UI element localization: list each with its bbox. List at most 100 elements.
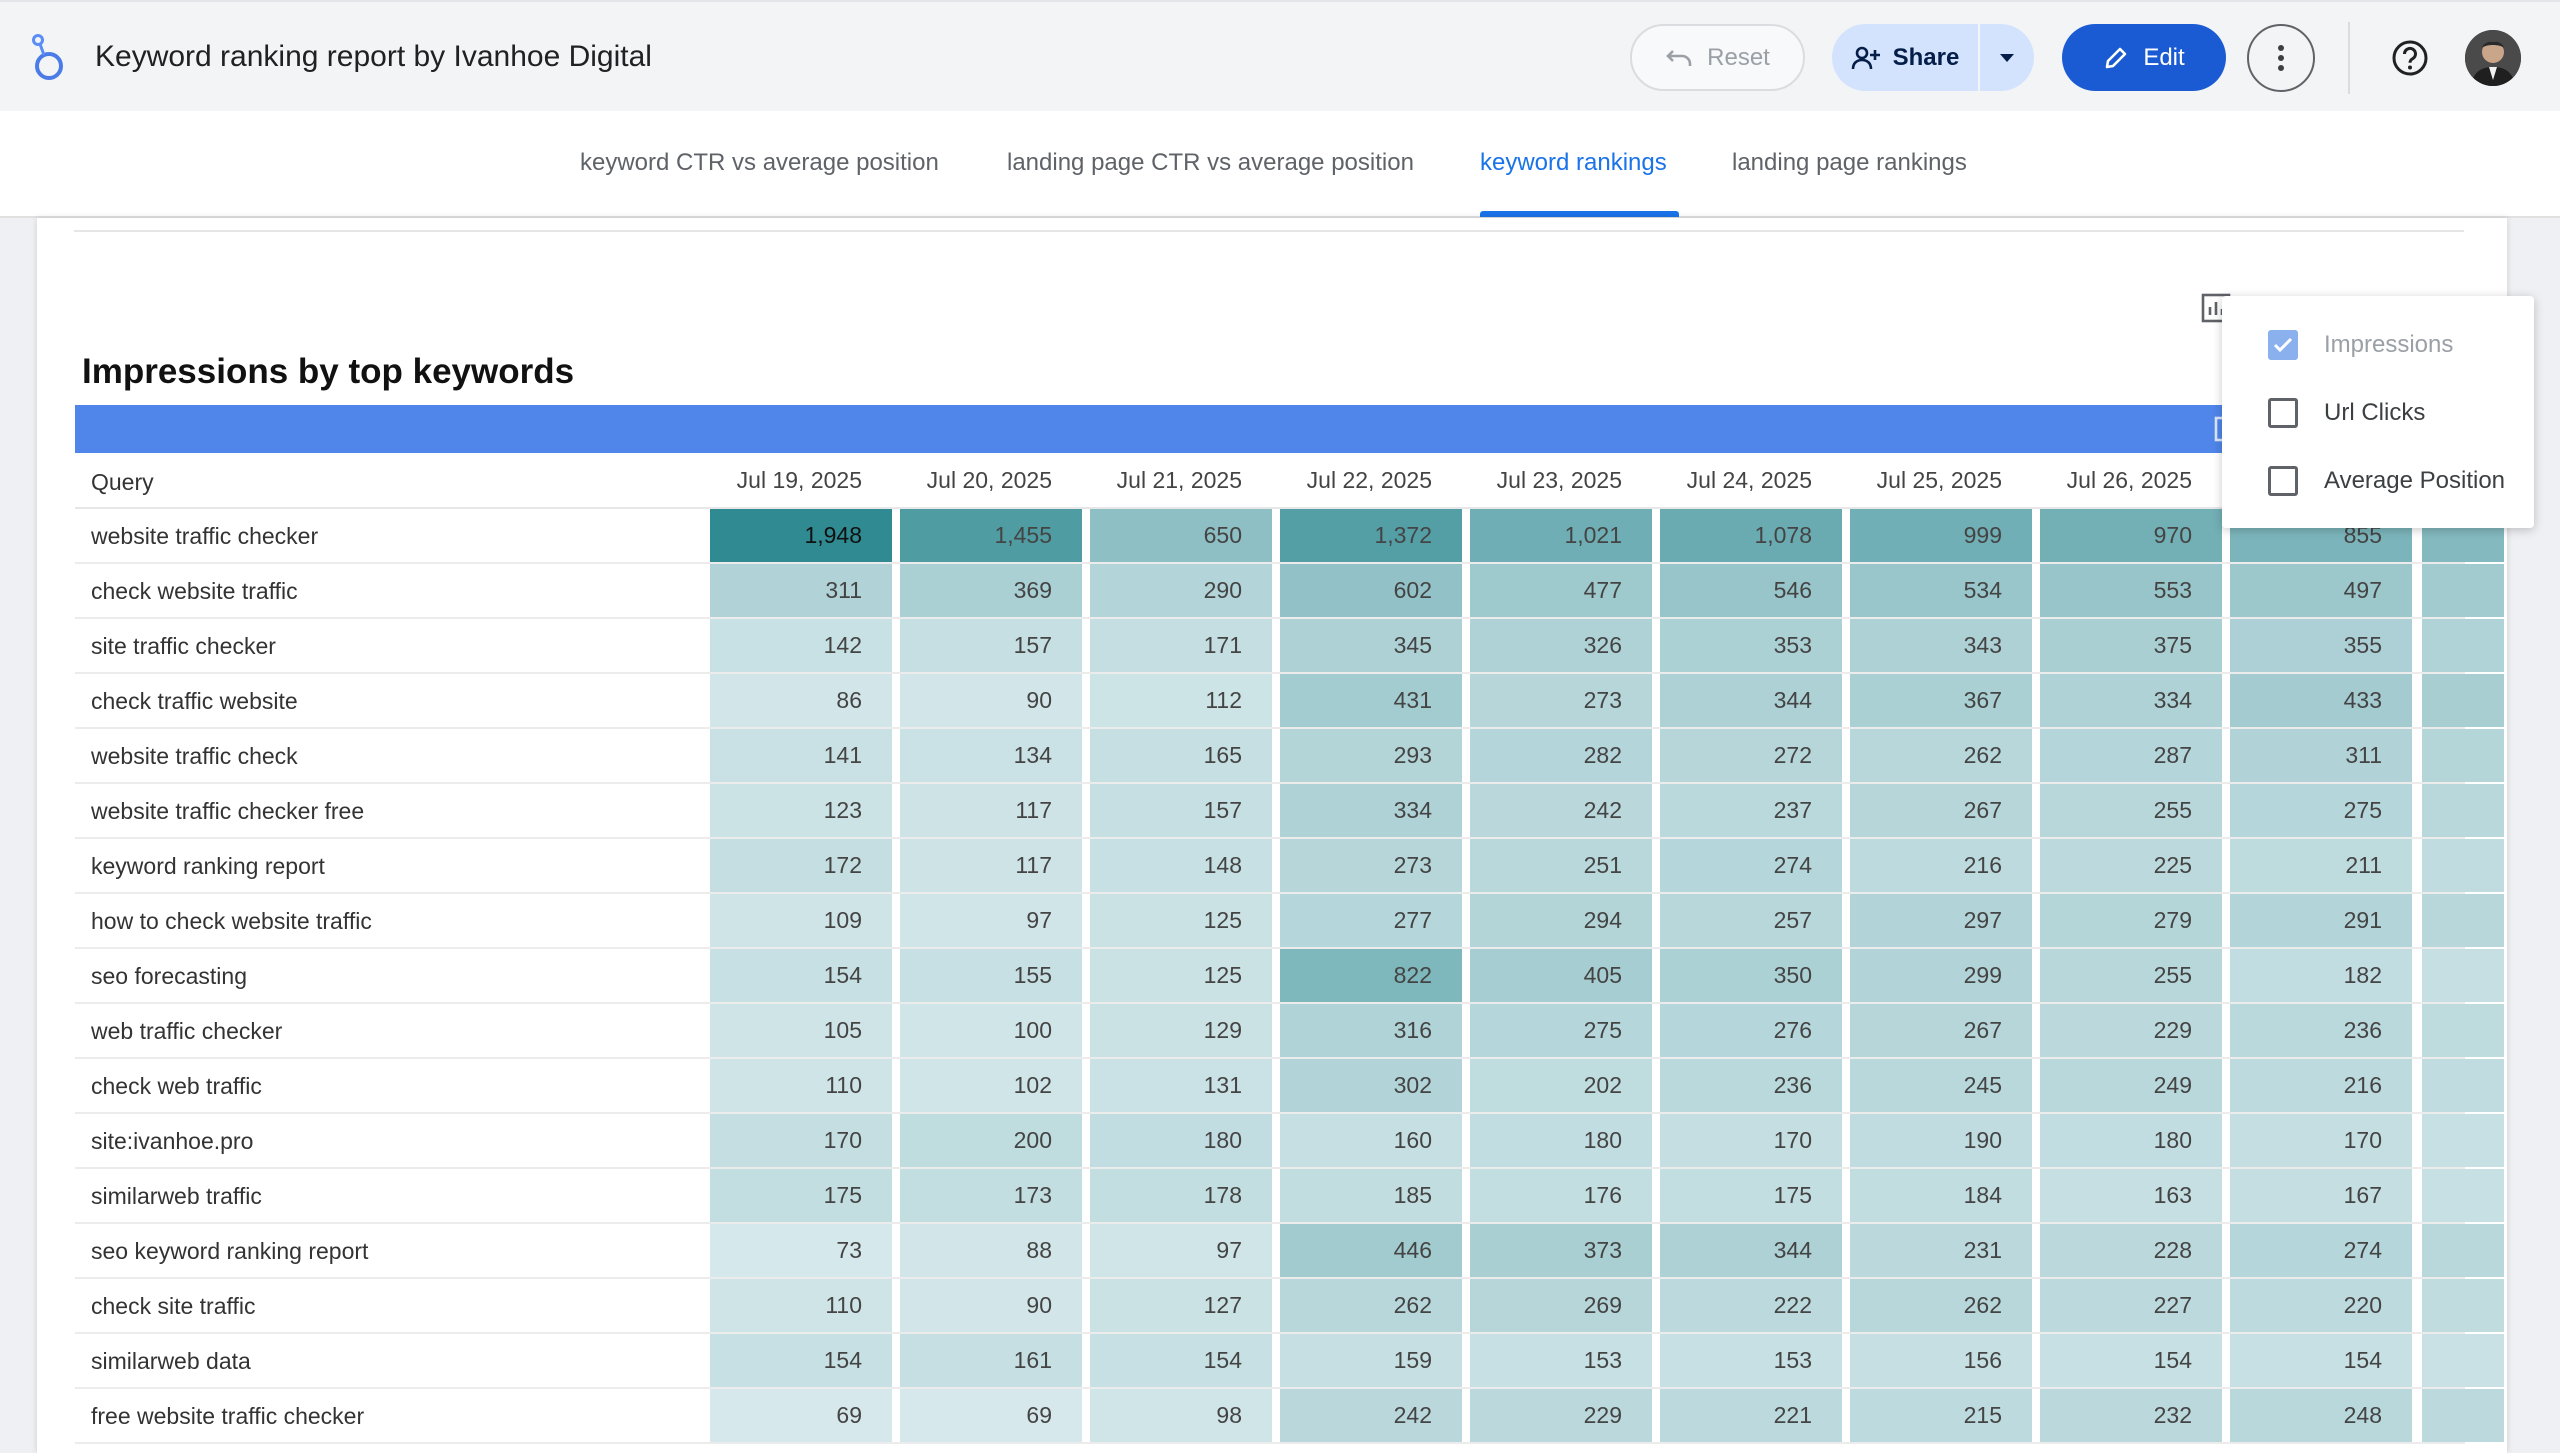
report-title[interactable]: Keyword ranking report by Ivanhoe Digita… <box>95 36 652 78</box>
impressions-cell: 216 <box>1850 839 2032 892</box>
impressions-cell: 334 <box>1280 784 1462 837</box>
impressions-cell: 110 <box>710 1059 892 1112</box>
table-row[interactable]: check site traffic 110 90 127 262 269 222 262 22… <box>75 1279 2504 1334</box>
impressions-cell: 431 <box>1280 674 1462 727</box>
table-row[interactable]: seo forecasting 154 155 125 822 405 350 299 255 1… <box>75 949 2504 1004</box>
table-row[interactable]: check web traffic 110 102 131 302 202 236 245 24… <box>75 1059 2504 1114</box>
impressions-cell: 279 <box>2040 894 2222 947</box>
impressions-cell: 355 <box>2230 619 2412 672</box>
impressions-cell: 302 <box>1280 1059 1462 1112</box>
table-row[interactable]: website traffic checker free 123 117 157 334… <box>75 784 2504 839</box>
table-row[interactable]: seo keyword ranking report 73 88 97 446 373 34… <box>75 1224 2504 1279</box>
impressions-cell: 287 <box>2040 729 2222 782</box>
impressions-cell: 125 <box>1090 949 1272 1002</box>
tab-landing-page-rankings[interactable]: landing page rankings <box>1732 149 1967 177</box>
impressions-cell: 159 <box>1280 1334 1462 1387</box>
impressions-cell: 277 <box>1280 894 1462 947</box>
column-header-date[interactable]: Jul 25, 2025 <box>1850 467 2002 494</box>
tab-landing-page-ctr[interactable]: landing page CTR vs average position <box>1007 149 1414 177</box>
table-row[interactable]: keyword ranking report 172 117 148 273 251 274… <box>75 839 2504 894</box>
metric-option-impressions[interactable]: Impressions <box>2268 330 2453 360</box>
impressions-cell: 274 <box>1660 839 1842 892</box>
table-row[interactable]: similarweb data 154 161 154 159 153 153 156 154 1… <box>75 1334 2504 1389</box>
impressions-cell: 262 <box>1280 1279 1462 1332</box>
impressions-cell: 190 <box>1850 1114 2032 1167</box>
column-header-date[interactable]: Jul 26, 2025 <box>2040 467 2192 494</box>
tab-keyword-rankings[interactable]: keyword rankings <box>1480 149 1667 177</box>
impressions-cell: 127 <box>1090 1279 1272 1332</box>
impressions-cell: 344 <box>1660 674 1842 727</box>
table-row[interactable]: website traffic checker 1,948 1,455 650 1,37… <box>75 509 2504 564</box>
impressions-cell: 154 <box>2040 1334 2222 1387</box>
impressions-cell: 446 <box>1280 1224 1462 1277</box>
impressions-cell: 69 <box>900 1389 1082 1442</box>
impressions-cell: 231 <box>1850 1224 2032 1277</box>
impressions-cell: 153 <box>1470 1334 1652 1387</box>
metric-option-url-clicks[interactable]: Url Clicks <box>2268 398 2425 428</box>
query-cell: check web traffic <box>91 1073 262 1099</box>
edit-button[interactable]: Edit <box>2062 24 2226 91</box>
table-row[interactable]: similarweb traffic 175 173 178 185 176 175 184 1… <box>75 1169 2504 1224</box>
app-header: Keyword ranking report by Ivanhoe Digita… <box>0 0 2560 111</box>
column-header-query[interactable]: Query <box>91 469 154 496</box>
reset-button[interactable]: Reset <box>1630 24 1805 91</box>
impressions-cell: 245 <box>1850 1059 2032 1112</box>
table-row[interactable]: free website traffic checker 69 69 98 242 229… <box>75 1389 2504 1444</box>
impressions-cell: 86 <box>710 674 892 727</box>
table-row[interactable]: site:ivanhoe.pro 170 200 180 160 180 170 190 180… <box>75 1114 2504 1169</box>
impressions-cell: 175 <box>710 1169 892 1222</box>
column-header-date[interactable]: Jul 23, 2025 <box>1470 467 1622 494</box>
impressions-cell: 220 <box>2230 1279 2412 1332</box>
user-avatar[interactable] <box>2465 30 2521 86</box>
impressions-cell: 110 <box>710 1279 892 1332</box>
impressions-cell: 546 <box>1660 564 1842 617</box>
impressions-cell: 216 <box>2230 1059 2412 1112</box>
impressions-cell: 255 <box>2040 784 2222 837</box>
impressions-cell: 170 <box>2230 1114 2412 1167</box>
column-header-date[interactable]: Jul 22, 2025 <box>1280 467 1432 494</box>
impressions-cell: 311 <box>710 564 892 617</box>
impressions-cell: 167 <box>2230 1169 2412 1222</box>
column-header-date[interactable]: Jul 24, 2025 <box>1660 467 1812 494</box>
column-header-date[interactable]: Jul 19, 2025 <box>710 467 862 494</box>
impressions-cell: 215 <box>1850 1389 2032 1442</box>
checkbox-average-position[interactable] <box>2268 466 2298 496</box>
impressions-cell: 291 <box>2230 894 2412 947</box>
impressions-cell: 163 <box>2040 1169 2222 1222</box>
checkbox-impressions[interactable] <box>2268 330 2298 360</box>
metric-option-average-position[interactable]: Average Position <box>2268 466 2505 496</box>
truncated-column-cell <box>2422 1114 2504 1167</box>
column-header-date[interactable]: Jul 21, 2025 <box>1090 467 1242 494</box>
impressions-cell: 173 <box>900 1169 1082 1222</box>
tab-keyword-ctr[interactable]: keyword CTR vs average position <box>580 149 939 177</box>
table-header-bar <box>75 405 2465 453</box>
truncated-column-cell <box>2422 784 2504 837</box>
table-row[interactable]: check traffic website 86 90 112 431 273 344 367… <box>75 674 2504 729</box>
impressions-cell: 367 <box>1850 674 2032 727</box>
table-row[interactable]: web traffic checker 105 100 129 316 275 276 267… <box>75 1004 2504 1059</box>
column-header-date[interactable]: Jul 20, 2025 <box>900 467 1052 494</box>
truncated-column-cell <box>2422 949 2504 1002</box>
table-row[interactable]: website traffic check 141 134 165 293 282 272 2… <box>75 729 2504 784</box>
impressions-cell: 497 <box>2230 564 2412 617</box>
more-options-button[interactable] <box>2247 24 2315 92</box>
table-row[interactable]: check website traffic 311 369 290 602 477 546 5… <box>75 564 2504 619</box>
impressions-cell: 165 <box>1090 729 1272 782</box>
checkbox-url-clicks[interactable] <box>2268 398 2298 428</box>
impressions-cell: 290 <box>1090 564 1272 617</box>
impressions-cell: 228 <box>2040 1224 2222 1277</box>
impressions-cell: 553 <box>2040 564 2222 617</box>
share-dropdown-button[interactable] <box>1980 24 2034 91</box>
table-row[interactable]: site traffic checker 142 157 171 345 326 353 34… <box>75 619 2504 674</box>
share-label: Share <box>1892 43 1960 71</box>
looker-studio-logo-icon[interactable] <box>26 32 68 84</box>
query-cell: seo forecasting <box>91 963 247 989</box>
table-row[interactable]: how to check website traffic 109 97 125 277 2… <box>75 894 2504 949</box>
impressions-cell: 344 <box>1660 1224 1842 1277</box>
metric-label: Average Position <box>2324 467 2506 494</box>
impressions-cell: 274 <box>2230 1224 2412 1277</box>
query-cell: site:ivanhoe.pro <box>91 1128 254 1154</box>
query-cell: check traffic website <box>91 688 298 714</box>
share-button[interactable]: Share <box>1832 24 1980 91</box>
help-button[interactable] <box>2382 30 2438 86</box>
